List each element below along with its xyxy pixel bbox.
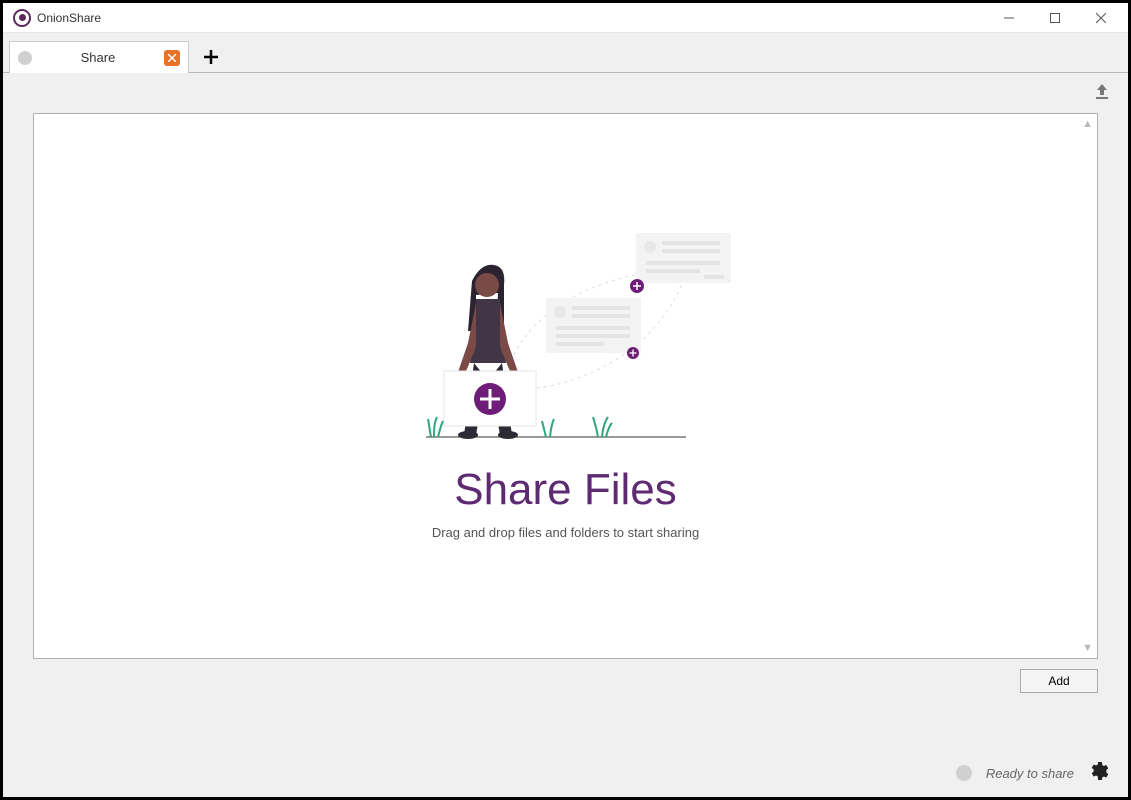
spacer — [3, 709, 1128, 749]
tab-status-dot — [18, 51, 32, 65]
share-illustration — [426, 203, 746, 453]
add-button[interactable]: Add — [1020, 669, 1098, 693]
tab-bar: Share — [3, 33, 1128, 73]
minimize-button[interactable] — [986, 4, 1032, 32]
drop-subtext: Drag and drop files and folders to start… — [432, 525, 699, 540]
status-indicator-dot — [956, 765, 972, 781]
add-row: Add — [3, 669, 1128, 709]
drop-heading: Share Files — [454, 465, 677, 515]
status-text: Ready to share — [986, 766, 1074, 781]
window-title: OnionShare — [37, 11, 101, 25]
history-toggle-button[interactable] — [1092, 81, 1112, 106]
toolbar — [3, 73, 1128, 113]
window-controls — [986, 4, 1124, 32]
tab-label: Share — [40, 50, 156, 65]
app-window: OnionShare Share — [0, 0, 1131, 800]
new-tab-button[interactable] — [195, 42, 227, 72]
tab-share[interactable]: Share — [9, 41, 189, 73]
settings-button[interactable] — [1088, 761, 1108, 786]
tab-close-button[interactable] — [164, 50, 180, 66]
titlebar: OnionShare — [3, 3, 1128, 33]
content-area: Share ▲ ▼ — [3, 33, 1128, 797]
app-icon — [13, 9, 31, 27]
status-bar: Ready to share — [3, 749, 1128, 797]
scroll-down-icon: ▼ — [1082, 642, 1093, 654]
scroll-up-icon: ▲ — [1082, 118, 1093, 130]
maximize-button[interactable] — [1032, 4, 1078, 32]
close-window-button[interactable] — [1078, 4, 1124, 32]
file-drop-area[interactable]: ▲ ▼ — [33, 113, 1098, 659]
